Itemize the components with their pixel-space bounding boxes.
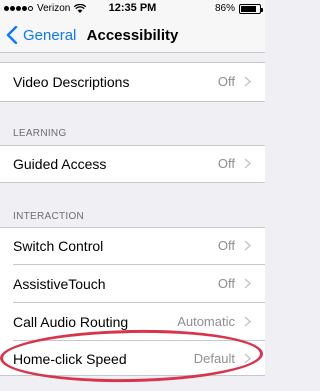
battery-fill (241, 5, 257, 12)
status-right: 86% (214, 3, 263, 14)
section-header-learning: LEARNING (13, 128, 67, 139)
row-label: Guided Access (13, 155, 107, 172)
row-label: Switch Control (13, 237, 104, 254)
section-header-interaction: INTERACTION (13, 211, 85, 222)
row-value: Automatic (177, 314, 235, 329)
row-label: Video Descriptions (13, 73, 130, 90)
row-value: Off (217, 156, 235, 171)
row-label: AssistiveTouch (13, 275, 106, 292)
group-learning: Guided Access Off (0, 145, 265, 183)
status-bar: Verizon 12:35 PM 86% (0, 0, 265, 18)
row-video-descriptions[interactable]: Video Descriptions Off (0, 63, 265, 100)
navigation-bar: General Accessibility (0, 18, 265, 53)
row-value: Off (217, 238, 235, 253)
row-switch-control[interactable]: Switch Control Off (0, 227, 265, 264)
row-assistivetouch[interactable]: AssistiveTouch Off (0, 265, 265, 302)
chevron-right-icon (244, 316, 251, 327)
row-value: Off (217, 276, 235, 291)
chevron-right-icon (244, 76, 251, 87)
battery-icon (239, 3, 263, 14)
chevron-right-icon (244, 158, 251, 169)
chevron-right-icon (244, 278, 251, 289)
chevron-right-icon (244, 240, 251, 251)
row-label: Call Audio Routing (13, 313, 129, 330)
page-title: Accessibility (86, 27, 179, 44)
row-guided-access[interactable]: Guided Access Off (0, 145, 265, 182)
battery-percent: 86% (214, 3, 235, 14)
group-media: Video Descriptions Off (0, 62, 265, 102)
row-value: Off (217, 74, 235, 89)
